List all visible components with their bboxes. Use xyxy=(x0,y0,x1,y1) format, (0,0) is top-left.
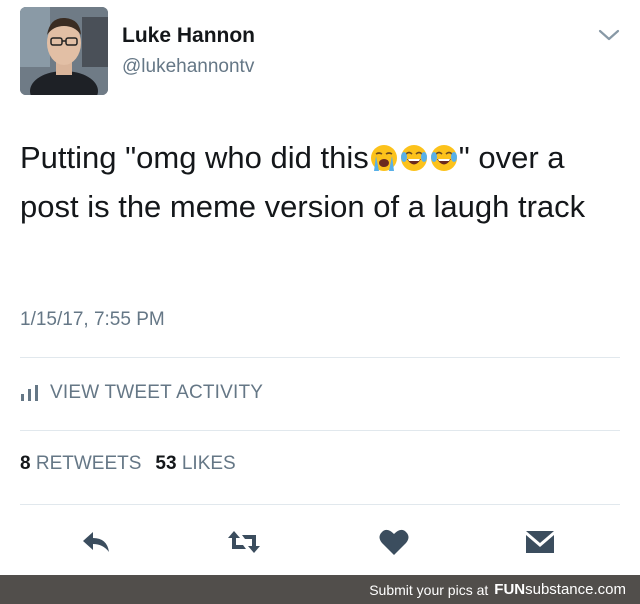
retweet-icon xyxy=(228,531,260,553)
retweets-stat[interactable]: 8 RETWEETS xyxy=(20,453,141,474)
retweets-count: 8 xyxy=(20,453,31,474)
footer-text: Submit your pics at xyxy=(369,581,489,598)
divider xyxy=(20,357,620,358)
retweet-button[interactable] xyxy=(226,524,262,560)
view-tweet-activity-link[interactable]: VIEW TWEET ACTIVITY xyxy=(20,378,263,408)
tweet-text-start: Putting "omg who did this xyxy=(20,140,369,175)
tweet-text: Putting "omg who did this " over a post … xyxy=(20,133,628,231)
retweets-label: RETWEETS xyxy=(35,453,142,474)
view-tweet-activity-label: VIEW TWEET ACTIVITY xyxy=(50,382,264,403)
watermark-footer: Submit your pics at FUN substance.com xyxy=(0,575,640,604)
reply-button[interactable] xyxy=(78,524,114,560)
avatar[interactable] xyxy=(20,7,108,95)
divider xyxy=(20,430,620,431)
envelope-icon xyxy=(526,531,554,553)
display-name[interactable]: Luke Hannon xyxy=(122,24,255,48)
loudly-crying-face-icon xyxy=(370,145,397,171)
user-handle[interactable]: @lukehannontv xyxy=(122,56,254,78)
likes-label: LIKES xyxy=(181,453,236,474)
bar-chart-icon xyxy=(21,385,38,401)
face-with-tears-of-joy-icon xyxy=(400,145,427,171)
footer-brand-fun: FUN xyxy=(494,581,526,598)
heart-icon xyxy=(379,529,409,555)
likes-count: 53 xyxy=(155,453,177,474)
reply-icon xyxy=(83,532,109,552)
chevron-down-icon[interactable] xyxy=(598,28,620,42)
footer-brand-rest: substance.com xyxy=(525,581,626,598)
direct-message-button[interactable] xyxy=(522,524,558,560)
face-with-tears-of-joy-icon xyxy=(430,145,457,171)
likes-stat[interactable]: 53 LIKES xyxy=(155,453,235,474)
tweet-stats: 8 RETWEETS 53 LIKES xyxy=(20,453,236,475)
profile-photo xyxy=(20,7,108,95)
tweet-timestamp[interactable]: 1/15/17, 7:55 PM xyxy=(20,309,165,331)
like-button[interactable] xyxy=(376,524,412,560)
divider xyxy=(20,504,620,505)
tweet-actions xyxy=(0,524,640,564)
